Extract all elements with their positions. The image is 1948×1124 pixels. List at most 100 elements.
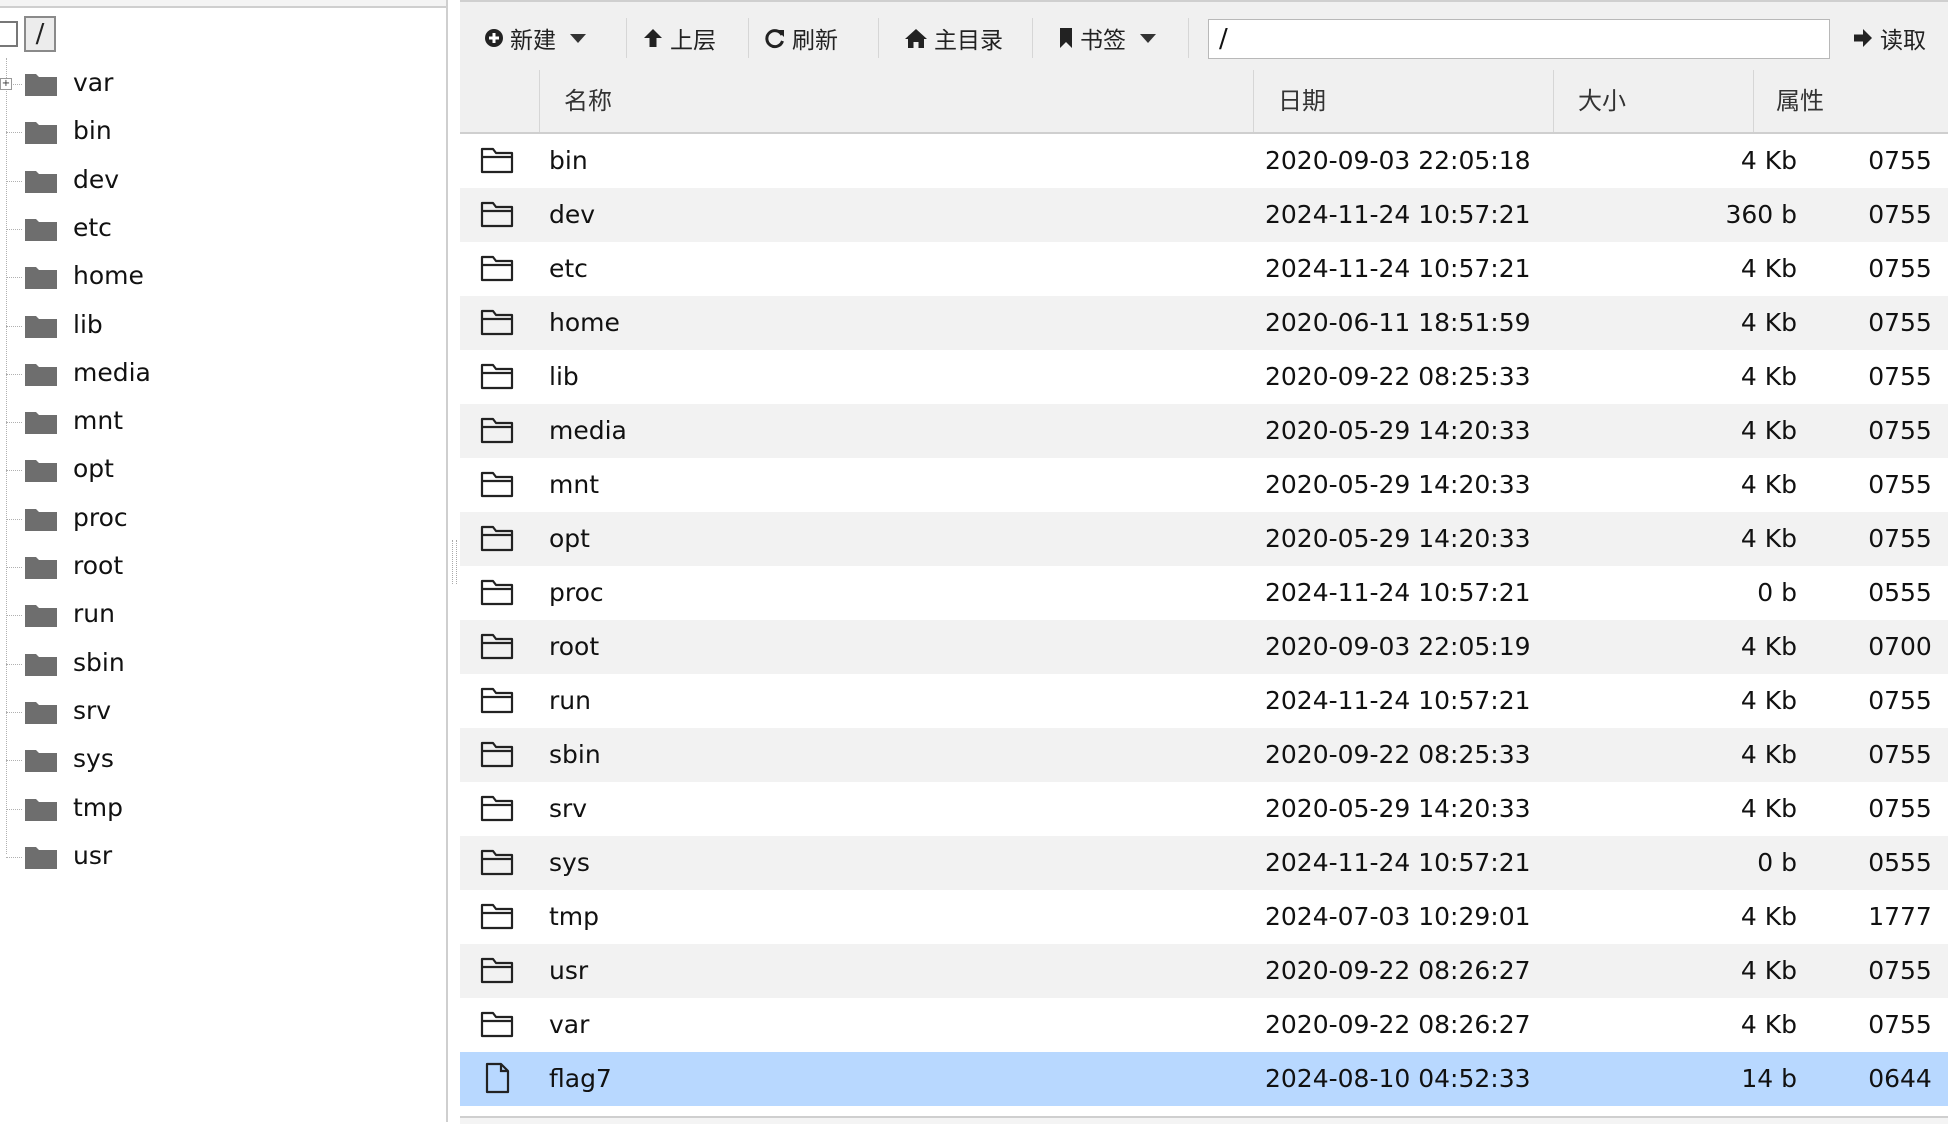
folder-row[interactable]: lib 2020-09-22 08:25:33 4 Kb 0755 xyxy=(460,350,1948,404)
tree-item[interactable]: tmp xyxy=(0,785,440,833)
folder-row[interactable]: mnt 2020-05-29 14:20:33 4 Kb 0755 xyxy=(460,458,1948,512)
row-name: var xyxy=(549,1010,590,1039)
row-permissions: 0755 xyxy=(1868,146,1932,175)
tree-item[interactable]: mnt xyxy=(0,398,440,446)
home-icon xyxy=(905,29,927,48)
horizontal-scrollbar[interactable] xyxy=(460,1116,1948,1124)
bookmark-icon xyxy=(1060,28,1072,48)
row-size: 4 Kb xyxy=(1740,632,1797,661)
folder-row[interactable]: root 2020-09-03 22:05:19 4 Kb 0700 xyxy=(460,620,1948,674)
tree-item[interactable]: run xyxy=(0,591,440,639)
up-level-button[interactable]: 上层 xyxy=(642,16,716,60)
tree-item-label: sbin xyxy=(73,647,125,677)
row-name: tmp xyxy=(549,902,600,931)
directory-tree-panel: / + var bin dev etc home lib media mnt opt proc roo… xyxy=(0,0,448,1122)
folder-outline-icon xyxy=(480,188,520,242)
tree-guide-dot xyxy=(6,856,22,858)
row-date: 2020-09-22 08:25:33 xyxy=(1265,740,1531,769)
folder-row[interactable]: srv 2020-05-29 14:20:33 4 Kb 0755 xyxy=(460,782,1948,836)
folder-outline-icon xyxy=(480,134,520,188)
folder-row[interactable]: var 2020-09-22 08:26:27 4 Kb 0755 xyxy=(460,998,1948,1052)
tree-item-label: root xyxy=(73,551,124,580)
tree-item-label: lib xyxy=(73,309,103,339)
tree-item[interactable]: usr xyxy=(0,833,440,881)
row-size: 360 b xyxy=(1725,200,1797,229)
row-size: 0 b xyxy=(1757,848,1797,877)
folder-icon xyxy=(24,264,58,290)
expand-plus-icon[interactable]: + xyxy=(0,78,12,90)
row-size: 4 Kb xyxy=(1740,308,1797,337)
tree-item[interactable]: lib xyxy=(0,302,440,350)
tree-item[interactable]: + var xyxy=(0,60,440,108)
folder-icon xyxy=(24,796,58,822)
tree-item[interactable]: media xyxy=(0,350,440,398)
panel-splitter-handle[interactable] xyxy=(452,540,457,584)
new-button-label: 新建 xyxy=(510,28,556,54)
folder-outline-icon xyxy=(480,782,520,836)
tree-root-label[interactable]: / xyxy=(24,16,56,52)
tree-guide-dot xyxy=(6,663,22,665)
tree-item[interactable]: proc xyxy=(0,495,440,543)
folder-row[interactable]: home 2020-06-11 18:51:59 4 Kb 0755 xyxy=(460,296,1948,350)
folder-row[interactable]: opt 2020-05-29 14:20:33 4 Kb 0755 xyxy=(460,512,1948,566)
row-name: bin xyxy=(549,146,588,175)
bookmark-button[interactable]: 书签 xyxy=(1058,16,1156,60)
row-date: 2024-11-24 10:57:21 xyxy=(1265,578,1531,607)
folder-row[interactable]: dev 2024-11-24 10:57:21 360 b 0755 xyxy=(460,188,1948,242)
header-date[interactable]: 日期 xyxy=(1254,70,1554,132)
tree-item[interactable]: etc xyxy=(0,205,440,253)
new-dropdown-caret-icon[interactable] xyxy=(570,33,586,43)
tree-item[interactable]: home xyxy=(0,253,440,301)
bookmark-dropdown-caret-icon[interactable] xyxy=(1140,33,1156,43)
row-name: mnt xyxy=(549,470,599,499)
folder-row[interactable]: proc 2024-11-24 10:57:21 0 b 0555 xyxy=(460,566,1948,620)
tree-guide-dot xyxy=(6,373,22,375)
refresh-button[interactable]: 刷新 xyxy=(764,16,838,60)
tree-item[interactable]: srv xyxy=(0,688,440,736)
header-icon-column xyxy=(460,70,540,132)
row-date: 2020-06-11 18:51:59 xyxy=(1265,308,1531,337)
row-date: 2020-09-03 22:05:18 xyxy=(1265,146,1531,175)
row-permissions: 0755 xyxy=(1868,200,1932,229)
row-size: 4 Kb xyxy=(1740,524,1797,553)
file-row[interactable]: flag7 2024-08-10 04:52:33 14 b 0644 xyxy=(460,1052,1948,1106)
tree-item[interactable]: dev xyxy=(0,157,440,205)
header-name[interactable]: 名称 xyxy=(540,70,1254,132)
tree-guide-dot xyxy=(6,760,22,762)
tree-root-node[interactable]: / xyxy=(0,14,56,54)
row-permissions: 0755 xyxy=(1868,686,1932,715)
folder-row[interactable]: usr 2020-09-22 08:26:27 4 Kb 0755 xyxy=(460,944,1948,998)
tree-item[interactable]: bin xyxy=(0,108,440,156)
new-button[interactable]: 新建 xyxy=(484,16,586,60)
path-input[interactable] xyxy=(1208,19,1830,59)
tree-item-label: sys xyxy=(73,744,114,774)
tree-guide-dot xyxy=(6,567,22,568)
tree-root-collapse-icon[interactable] xyxy=(0,21,18,47)
folder-row[interactable]: sys 2024-11-24 10:57:21 0 b 0555 xyxy=(460,836,1948,890)
folder-icon xyxy=(24,361,58,387)
header-size[interactable]: 大小 xyxy=(1554,70,1754,132)
tree-item[interactable]: root xyxy=(0,543,440,591)
folder-row[interactable]: run 2024-11-24 10:57:21 4 Kb 0755 xyxy=(460,674,1948,728)
folder-outline-icon xyxy=(480,620,520,674)
folder-outline-icon xyxy=(480,512,520,566)
home-button[interactable]: 主目录 xyxy=(904,16,1003,60)
header-perm[interactable]: 属性 xyxy=(1754,70,1948,132)
file-table: 名称 日期 大小 属性 bin 2020-09-03 22:05:18 4 Kb 07… xyxy=(460,70,1948,1106)
folder-icon xyxy=(24,747,58,773)
folder-row[interactable]: media 2020-05-29 14:20:33 4 Kb 0755 xyxy=(460,404,1948,458)
folder-row[interactable]: bin 2020-09-03 22:05:18 4 Kb 0755 xyxy=(460,134,1948,188)
row-permissions: 0755 xyxy=(1868,362,1932,391)
folder-row[interactable]: sbin 2020-09-22 08:25:33 4 Kb 0755 xyxy=(460,728,1948,782)
folder-row[interactable]: tmp 2024-07-03 10:29:01 4 Kb 1777 xyxy=(460,890,1948,944)
tree-item[interactable]: sys xyxy=(0,736,440,784)
folder-row[interactable]: etc 2024-11-24 10:57:21 4 Kb 0755 xyxy=(460,242,1948,296)
tree-item[interactable]: opt xyxy=(0,446,440,494)
read-button[interactable]: 读取 xyxy=(1852,16,1926,60)
tree-item-label: home xyxy=(73,261,144,291)
refresh-icon xyxy=(765,29,784,49)
row-name: media xyxy=(549,416,627,445)
row-name: proc xyxy=(549,578,604,607)
tree-item[interactable]: sbin xyxy=(0,640,440,688)
tree-item-label: run xyxy=(73,599,115,629)
